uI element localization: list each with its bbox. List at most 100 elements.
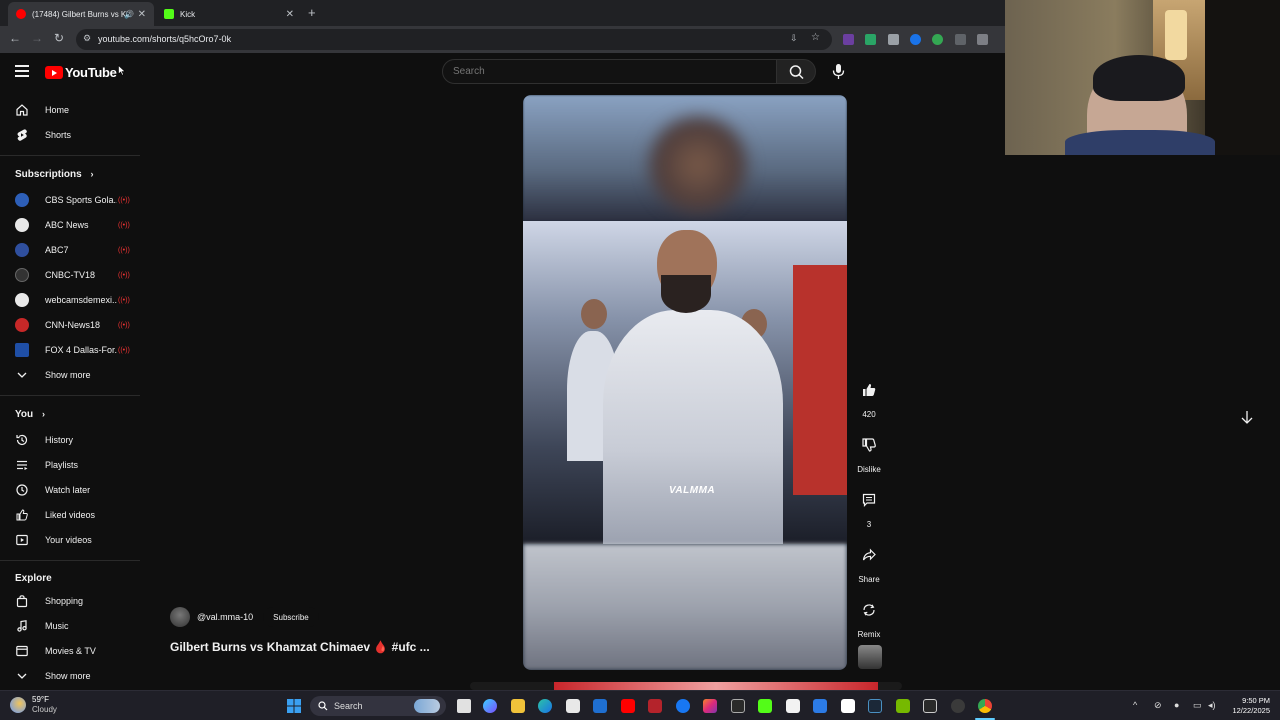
- sidebar-item-subscription[interactable]: CNN-News18 ((•)): [0, 313, 140, 337]
- install-app-icon[interactable]: ⇩: [790, 33, 798, 44]
- sidebar-item-subscription[interactable]: ABC7 ((•)): [0, 238, 140, 262]
- extension-grey-icon[interactable]: [888, 34, 899, 45]
- mail-icon[interactable]: [593, 699, 607, 713]
- youtube-app-icon[interactable]: [621, 699, 635, 713]
- search-box[interactable]: [442, 59, 777, 84]
- forward-icon[interactable]: →: [31, 31, 43, 45]
- site-info-icon[interactable]: ⚙: [83, 33, 91, 44]
- sidebar-item-subscription[interactable]: CNBC-TV18 ((•)): [0, 263, 140, 287]
- shopping-icon: [15, 594, 29, 608]
- back-icon[interactable]: ←: [9, 31, 21, 45]
- news-icon[interactable]: [731, 699, 745, 713]
- close-tab-icon[interactable]: ✕: [286, 9, 294, 20]
- sidebar-item-watch-later[interactable]: Watch later: [0, 478, 140, 502]
- thumbs-down-icon: [852, 428, 886, 462]
- short-video-player[interactable]: VALMMA: [523, 95, 847, 670]
- extension-green-icon[interactable]: [865, 34, 876, 45]
- sidebar-item-subscription[interactable]: FOX 4 Dallas-For... ((•)): [0, 338, 140, 362]
- like-button[interactable]: 420: [852, 373, 886, 419]
- arrow-down-icon[interactable]: [1238, 408, 1256, 426]
- steam-icon[interactable]: [868, 699, 882, 713]
- copilot-icon[interactable]: [483, 699, 497, 713]
- remix-button[interactable]: Remix: [852, 593, 886, 639]
- youtube-logo[interactable]: YouTube: [45, 65, 117, 80]
- sidebar-item-your-videos[interactable]: Your videos: [0, 528, 140, 552]
- sidebar-item-liked-videos[interactable]: Liked videos: [0, 503, 140, 527]
- sidebar-item-subscription[interactable]: CBS Sports Gola... ((•)): [0, 188, 140, 212]
- remix-label: Remix: [857, 630, 881, 639]
- extension-grammar-icon[interactable]: [932, 34, 943, 45]
- sound-thumbnail[interactable]: [858, 645, 882, 669]
- search-button[interactable]: [776, 59, 816, 84]
- new-tab-icon[interactable]: +: [308, 5, 316, 20]
- video-fighter-beard: [661, 275, 711, 313]
- address-bar[interactable]: ⚙ youtube.com/shorts/q5hcOro7-0k ⇩ ☆: [76, 29, 832, 50]
- display-icon[interactable]: ▭: [1193, 700, 1202, 711]
- channel-avatar: [15, 193, 29, 207]
- live-icon: ((•)): [118, 296, 130, 304]
- close-tab-icon[interactable]: ✕: [138, 9, 146, 20]
- extension-k-icon[interactable]: [843, 34, 854, 45]
- tab-youtube[interactable]: (17484) Gilbert Burns vs Kh 🔊 ✕: [8, 2, 154, 26]
- network-icon[interactable]: ⊘: [1154, 700, 1162, 711]
- extension-download-icon[interactable]: [955, 34, 966, 45]
- address-url: youtube.com/shorts/q5hcOro7-0k: [98, 34, 232, 44]
- chevron-right-icon: ›: [41, 409, 45, 419]
- weather-widget[interactable]: 59°F Cloudy: [10, 695, 57, 715]
- search-input[interactable]: [453, 66, 753, 77]
- you-heading[interactable]: You ›: [15, 409, 45, 420]
- netflix-icon[interactable]: [648, 699, 662, 713]
- instagram-icon[interactable]: [703, 699, 717, 713]
- channel-handle[interactable]: @val.mma-10: [197, 612, 253, 622]
- extension-blue-icon[interactable]: [910, 34, 921, 45]
- extension-puzzle-icon[interactable]: [977, 34, 988, 45]
- sidebar-item-subscription[interactable]: ABC News ((•)): [0, 213, 140, 237]
- kick-app-icon[interactable]: [758, 699, 772, 713]
- channel-avatar: [15, 293, 29, 307]
- voice-search-button[interactable]: [826, 59, 851, 84]
- taskbar-search[interactable]: Search: [310, 696, 446, 716]
- windows-start-icon[interactable]: [287, 699, 301, 713]
- short-title[interactable]: Gilbert Burns vs Khamzat Chimaev 🩸 #ufc …: [170, 640, 430, 654]
- tiktok-icon[interactable]: [841, 699, 855, 713]
- edge-icon[interactable]: [538, 699, 552, 713]
- file-explorer-icon[interactable]: [511, 699, 525, 713]
- sidebar-item-shopping[interactable]: Shopping: [0, 589, 140, 613]
- speaker-icon[interactable]: 🔊: [124, 10, 134, 19]
- sidebar-item-history[interactable]: History: [0, 428, 140, 452]
- sidebar-show-more[interactable]: Show more: [0, 363, 140, 387]
- menu-icon[interactable]: [15, 65, 29, 77]
- sidebar-show-more[interactable]: Show more: [0, 664, 140, 688]
- sidebar-item-music[interactable]: Music: [0, 614, 140, 638]
- nvidia-icon[interactable]: [896, 699, 910, 713]
- task-view-icon[interactable]: [457, 699, 471, 713]
- store-icon[interactable]: [566, 699, 580, 713]
- bookmark-star-icon[interactable]: ☆: [811, 32, 820, 43]
- microphone-icon[interactable]: ●: [1174, 700, 1179, 710]
- reload-icon[interactable]: ↻: [54, 31, 64, 45]
- video-blur-bottom: [523, 544, 847, 670]
- epic-games-icon[interactable]: [923, 699, 937, 713]
- sidebar-item-shorts[interactable]: Shorts: [0, 123, 140, 147]
- sidebar-item-movies[interactable]: Movies & TV: [0, 639, 140, 663]
- sidebar-item-subscription[interactable]: webcamsdemexi... ((•)): [0, 288, 140, 312]
- sidebar-item-label: Show more: [45, 370, 91, 380]
- share-button[interactable]: Share: [852, 538, 886, 584]
- app-icon[interactable]: [813, 699, 827, 713]
- watch-later-icon: [15, 483, 29, 497]
- amazon-icon[interactable]: [786, 699, 800, 713]
- volume-icon[interactable]: ◂): [1208, 700, 1216, 711]
- facebook-icon[interactable]: [676, 699, 690, 713]
- settings-icon[interactable]: [951, 699, 965, 713]
- subscriptions-heading[interactable]: Subscriptions ›: [15, 169, 93, 180]
- chrome-icon[interactable]: [978, 699, 992, 713]
- subscribe-button[interactable]: Subscribe: [263, 607, 319, 627]
- sidebar-item-home[interactable]: Home: [0, 98, 140, 122]
- sidebar-item-playlists[interactable]: Playlists: [0, 453, 140, 477]
- taskbar-clock[interactable]: 9:50 PM 12/22/2025: [1224, 696, 1270, 716]
- dislike-button[interactable]: Dislike: [852, 428, 886, 474]
- comments-button[interactable]: 3: [852, 483, 886, 529]
- chevron-up-icon[interactable]: ^: [1133, 700, 1137, 710]
- channel-avatar[interactable]: [170, 607, 190, 627]
- tab-kick[interactable]: Kick ✕: [156, 2, 302, 26]
